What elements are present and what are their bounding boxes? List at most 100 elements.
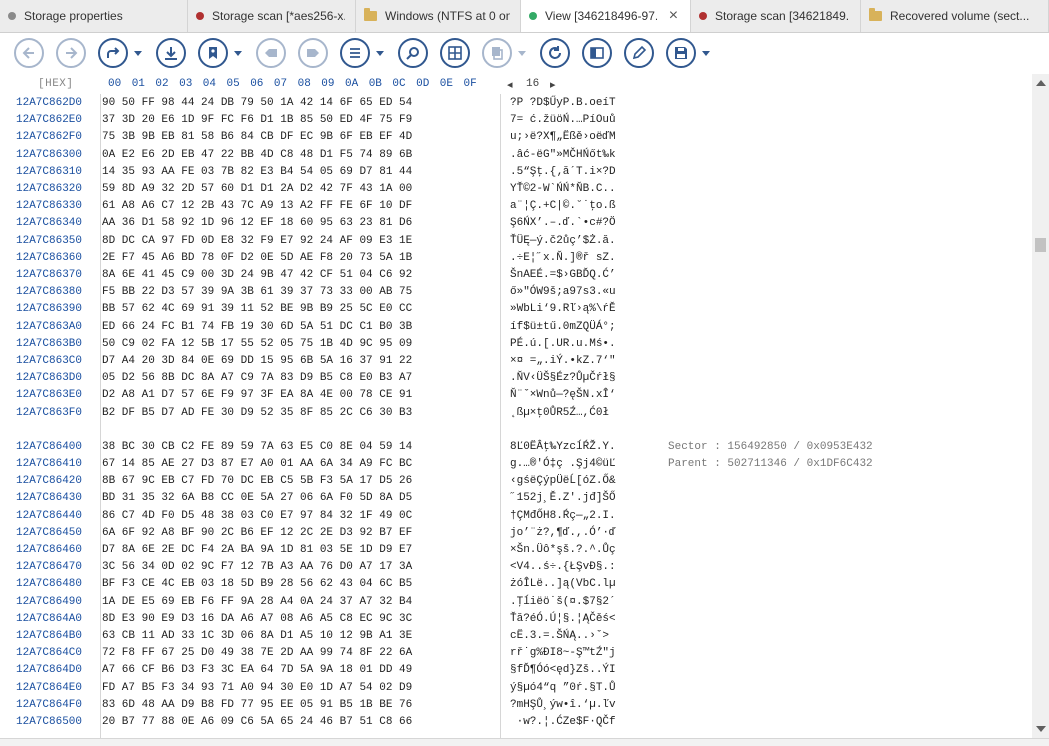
back-button[interactable] [14, 38, 44, 68]
hex-bytes[interactable]: 05 D2 56 8B DC 8A A7 C9 7A 83 D9 B5 C8 E… [102, 372, 412, 384]
hex-row[interactable]: 12A7C86310 14 35 93 AA FE 03 7B 82 E3 B4 … [10, 164, 1032, 181]
hex-bytes[interactable]: B2 DF B5 D7 AD FE 30 D9 52 35 8F 85 2C C… [102, 407, 412, 419]
hex-row[interactable]: 12A7C864C0 72 F8 FF 67 25 D0 49 38 7E 2D … [10, 645, 1032, 662]
hex-bytes[interactable]: 75 3B 9B EB 81 58 B6 84 CB DF EC 9B 6F E… [102, 131, 412, 143]
ascii-text[interactable]: ŤÜĘ—ý.č2ůç’$Ż.ă. [510, 235, 616, 247]
ascii-text[interactable]: <V4..ś÷.{ŁŞvĐ§.: [510, 561, 616, 573]
hex-bytes[interactable]: 3C 56 34 0D 02 9C F7 12 7B A3 AA 76 D0 A… [102, 561, 412, 573]
hex-row[interactable]: 12A7C86300 0A E2 E6 2D EB 47 22 BB 4D C8 … [10, 147, 1032, 164]
ascii-text[interactable]: ?mHŞŮ¸ýw•î.‘µ.ľv [510, 699, 616, 711]
hex-bytes[interactable]: 37 3D 20 E6 1D 9F FC F6 D1 1B 85 50 ED 4… [102, 114, 412, 126]
ascii-text[interactable]: ˛ßµ×­ţ0ŮR5Ź…,Ć0ł [510, 407, 609, 419]
next-bookmark-button[interactable] [298, 38, 328, 68]
hex-bytes[interactable]: 83 6D 48 AA D9 B8 FD 77 95 EE 05 91 B5 1… [102, 699, 412, 711]
ascii-text[interactable]: 8Ľ0ËÂţ‰YzcĺŔŽ.Y. [510, 441, 616, 453]
tab-1[interactable]: Storage scan [*aes256-x... [188, 0, 356, 32]
hex-row[interactable]: 12A7C86480 BF F3 CE 4C EB 03 18 5D B9 28 … [10, 576, 1032, 593]
hex-row[interactable]: 12A7C86330 61 A8 A6 C7 12 2B 43 7C A9 13 … [10, 198, 1032, 215]
hex-row[interactable]: 12A7C86320 59 8D A9 32 2D 57 60 D1 D1 2A … [10, 181, 1032, 198]
hex-row[interactable]: 12A7C86430 BD 31 35 32 6A B8 CC 0E 5A 27 … [10, 490, 1032, 507]
ascii-text[interactable]: YŤ©2-W`ŃŃ*ŇB.C.. [510, 183, 616, 195]
hex-row[interactable]: 12A7C86340 AA 36 D1 58 92 1D 96 12 EF 18 … [10, 215, 1032, 232]
save-button[interactable] [666, 38, 696, 68]
hex-row[interactable]: 12A7C862E0 37 3D 20 E6 1D 9F FC F6 D1 1B … [10, 112, 1032, 129]
bookmark-button[interactable] [198, 38, 228, 68]
ascii-text[interactable]: .5“Şţ.{‚ă´T.i×?D [510, 166, 616, 178]
hex-row[interactable]: 12A7C864B0 63 CB 11 AD 33 1C 3D 06 8A D1 … [10, 628, 1032, 645]
hex-bytes[interactable]: 50 C9 02 FA 12 5B 17 55 52 05 75 1B 4D 9… [102, 338, 412, 350]
vertical-scrollbar[interactable] [1032, 74, 1049, 738]
panel-button[interactable] [582, 38, 612, 68]
goto-button[interactable] [98, 38, 128, 68]
ascii-text[interactable]: ?P ?D$ŰyP.B.oeíT [510, 97, 616, 109]
tab-3[interactable]: View [346218496-97... × [521, 0, 691, 32]
hex-row[interactable]: 12A7C863E0 D2 A8 A1 D7 57 6E F9 97 3F EA … [10, 387, 1032, 404]
ascii-text[interactable]: ˝152j¸Ě.Z'.jđ]ŠŐ [510, 492, 616, 504]
ascii-text[interactable]: .Ţĺiëö˙š(¤.$7§2´ [510, 596, 616, 608]
chevron-down-icon[interactable] [234, 50, 242, 56]
ascii-text[interactable]: g.…®'Ó‡ç .Şj4©üĽ [510, 458, 616, 470]
hex-row[interactable]: 12A7C86360 2E F7 45 A6 BD 78 0F D2 0E 5D … [10, 250, 1032, 267]
ascii-text[interactable]: żóÎLë..]ą(VbC.lµ [510, 578, 616, 590]
prev-bookmark-button[interactable] [256, 38, 286, 68]
hex-bytes[interactable]: 8B 67 9C EB C7 FD 70 DC EB C5 5B F3 5A 1… [102, 475, 412, 487]
hex-bytes[interactable]: 67 14 85 AE 27 D3 87 E7 A0 01 AA 6A 34 A… [102, 458, 412, 470]
hex-bytes[interactable]: BD 31 35 32 6A B8 CC 0E 5A 27 06 6A F0 5… [102, 492, 412, 504]
ascii-text[interactable]: ő»"ÓW9š;a97s3.«u [510, 286, 616, 298]
hex-row[interactable]: 12A7C863A0 ED 66 24 FC B1 74 FB 19 30 6D … [10, 319, 1032, 336]
hex-bytes[interactable]: 1A DE E5 69 EB F6 FF 9A 28 A4 0A 24 37 A… [102, 596, 412, 608]
forward-button[interactable] [56, 38, 86, 68]
hex-row[interactable]: 12A7C86400 38 BC 30 CB C2 FE 89 59 7A 63 … [10, 439, 1032, 456]
grid-button[interactable] [440, 38, 470, 68]
tab-0[interactable]: Storage properties [0, 0, 188, 32]
ascii-text[interactable]: u;›ë?X¶„Ëßě›oëďM [510, 131, 616, 143]
ascii-text[interactable]: Ş6ŃX’.–.ď.`•c#?Ö [510, 217, 616, 229]
hex-bytes[interactable]: D2 A8 A1 D7 57 6E F9 97 3F EA 8A 4E 00 7… [102, 389, 412, 401]
tab-2[interactable]: Windows (NTFS at 0 on... [356, 0, 521, 32]
hex-row[interactable]: 12A7C862D0 90 50 FF 98 44 24 DB 79 50 1A … [10, 95, 1032, 112]
hex-bytes[interactable]: BB 57 62 4C 69 91 39 11 52 BE 9B B9 25 5… [102, 303, 412, 315]
hex-row[interactable]: 12A7C86470 3C 56 34 0D 02 9C F7 12 7B A3 … [10, 559, 1032, 576]
page-prev-icon[interactable]: ◂ [507, 78, 513, 92]
hex-row[interactable]: 12A7C86420 8B 67 9C EB C7 FD 70 DC EB C5 … [10, 473, 1032, 490]
chevron-down-icon[interactable] [702, 50, 710, 56]
hex-row[interactable]: 12A7C86490 1A DE E5 69 EB F6 FF 9A 28 A4 … [10, 594, 1032, 611]
ascii-text[interactable]: ‹gśëÇýpÜëĹ[óZ.Ő& [510, 475, 616, 487]
edit-button[interactable] [624, 38, 654, 68]
ascii-text[interactable]: ×¤ =„.iÝ.•kZ.7‘" [510, 355, 616, 367]
tab-5[interactable]: Recovered volume (sect... [861, 0, 1049, 32]
ascii-text[interactable]: †ÇMđŐH8.Ŕç—„2.I. [510, 510, 616, 522]
copy-button[interactable] [482, 38, 512, 68]
hex-bytes[interactable]: 59 8D A9 32 2D 57 60 D1 D1 2A D2 42 7F 4… [102, 183, 412, 195]
hex-row[interactable]: 12A7C863B0 50 C9 02 FA 12 5B 17 55 52 05 … [10, 336, 1032, 353]
hex-row[interactable]: 12A7C86410 67 14 85 AE 27 D3 87 E7 A0 01 … [10, 456, 1032, 473]
hex-row[interactable]: 12A7C862F0 75 3B 9B EB 81 58 B6 84 CB DF … [10, 129, 1032, 146]
hex-view[interactable]: [HEX] 00 01 02 03 04 05 06 07 08 09 0A 0B 0C 0D 0E 0F ◂ 1… [10, 74, 1032, 738]
hex-bytes[interactable]: AA 36 D1 58 92 1D 96 12 EF 18 60 95 63 2… [102, 217, 412, 229]
ascii-text[interactable]: PÉ.ú.[.UR.u.Mś•. [510, 338, 616, 350]
ascii-text[interactable]: 7= ć.žüöŃ.…PíOuů [510, 114, 616, 126]
hex-bytes[interactable]: 20 B7 77 88 0E A6 09 C6 5A 65 24 46 B7 5… [102, 716, 412, 728]
hex-bytes[interactable]: FD A7 B5 F3 34 93 71 A0 94 30 E0 1D A7 5… [102, 682, 412, 694]
hex-bytes[interactable]: D7 8A 6E 2E DC F4 2A BA 9A 1D 81 03 5E 1… [102, 544, 412, 556]
hex-row[interactable]: 12A7C86450 6A 6F 92 A8 BF 90 2C B6 EF 12 … [10, 525, 1032, 542]
scroll-down-icon[interactable] [1036, 726, 1046, 732]
chevron-down-icon[interactable] [376, 50, 384, 56]
ascii-text[interactable]: íf$ü±tű.0mZQÜÁ°; [510, 321, 616, 333]
hex-bytes[interactable]: F5 BB 22 D3 57 39 9A 3B 61 39 37 73 33 0… [102, 286, 412, 298]
ascii-text[interactable]: .÷E¦˝x.Ň.]®ř sZ. [510, 252, 616, 264]
hex-bytes[interactable]: 0A E2 E6 2D EB 47 22 BB 4D C8 48 D1 F5 7… [102, 149, 412, 161]
ascii-text[interactable]: Ťă?éÓ.Ú¦§.¦ĄČěś< [510, 613, 616, 625]
hex-row[interactable]: 12A7C86390 BB 57 62 4C 69 91 39 11 52 BE … [10, 301, 1032, 318]
hex-row[interactable]: 12A7C86440 86 C7 4D F0 D5 48 38 03 C0 E7 … [10, 508, 1032, 525]
ascii-text[interactable]: jo’¨ż?,¶ď.,.Ó’·ď [510, 527, 616, 539]
search-button[interactable] [398, 38, 428, 68]
hex-bytes[interactable]: 61 A8 A6 C7 12 2B 43 7C A9 13 A2 FF FE 6… [102, 200, 412, 212]
refresh-button[interactable] [540, 38, 570, 68]
ascii-text[interactable]: a¨¦Ç.+C|©.˘˙ţo.ß [510, 200, 616, 212]
hex-bytes[interactable]: BF F3 CE 4C EB 03 18 5D B9 28 56 62 43 0… [102, 578, 412, 590]
ascii-text[interactable]: §fĎ¶Óó<ęd}Zš..ÝI [510, 664, 616, 676]
chevron-down-icon[interactable] [134, 50, 142, 56]
hex-row[interactable]: 12A7C863D0 05 D2 56 8B DC 8A A7 C9 7A 83 … [10, 370, 1032, 387]
close-icon[interactable]: × [667, 8, 680, 24]
